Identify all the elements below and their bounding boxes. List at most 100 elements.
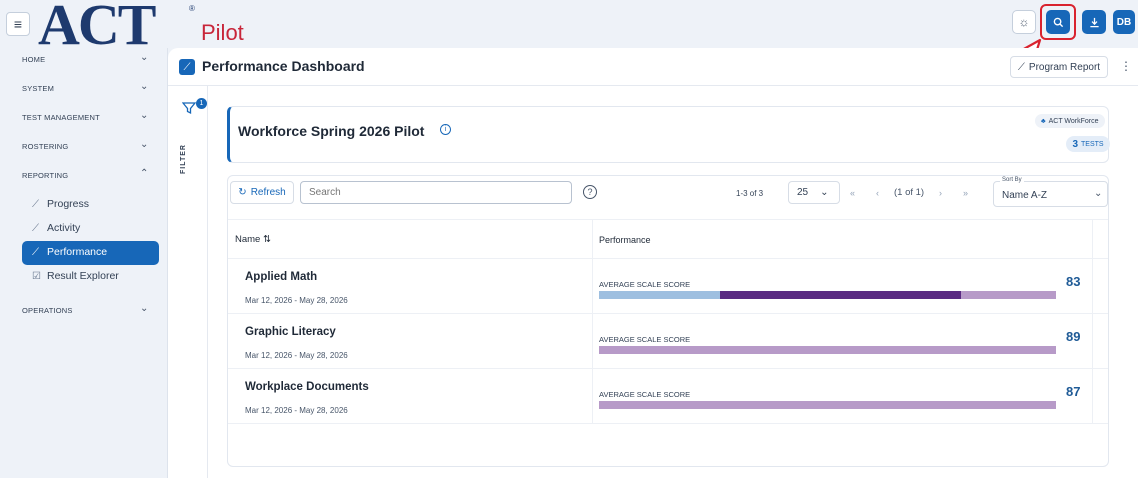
chevron-down-icon: ⌄ [140, 81, 149, 92]
nav-section-home[interactable]: HOME ⌄ [0, 48, 167, 77]
table-row[interactable]: Workplace Documents Mar 12, 2026 - May 2… [228, 369, 1108, 424]
test-dates: Mar 12, 2026 - May 28, 2026 [245, 296, 348, 305]
table-header: Name ⇅ Performance [228, 219, 1108, 259]
test-name: Graphic Literacy [245, 326, 336, 338]
chevron-down-icon: ⌄ [140, 303, 149, 314]
sidebar-item-label: Performance [47, 246, 108, 258]
tests-count: 3 [1072, 138, 1078, 150]
main-content: ⟋ Performance Dashboard ⟋ Program Report… [168, 48, 1138, 478]
chevron-down-icon: ⌄ [1094, 188, 1103, 199]
metric-label: AVERAGE SCALE SCORE [599, 390, 691, 399]
sidebar-item-label: Result Explorer [47, 270, 119, 282]
sidebar-item-result-explorer[interactable]: ☑ Result Explorer [0, 265, 167, 289]
column-header-name[interactable]: Name ⇅ [235, 234, 271, 245]
page-indicator: (1 of 1) [894, 187, 925, 198]
sidebar-item-activity[interactable]: ⟋ Activity [0, 217, 167, 241]
refresh-label: Refresh [250, 187, 286, 198]
chevron-down-icon: ⌄ [140, 139, 149, 150]
download-button[interactable] [1082, 10, 1106, 34]
act-logo: ACT [38, 0, 156, 57]
sort-by-value: Name A-Z [1002, 190, 1048, 201]
nav-section-reporting[interactable]: REPORTING ⌃ [0, 164, 167, 193]
nav-section-label: REPORTING [22, 171, 69, 180]
activity-chart-icon: ⟋ [32, 223, 39, 234]
dashboard-chart-icon: ⟋ [179, 59, 195, 75]
refresh-icon: ↻ [238, 187, 247, 198]
organization-badge: ♣ ACT WorkForce [1035, 114, 1105, 128]
filter-panel-toggle[interactable]: 1 FILTER [168, 86, 208, 478]
page-title: Performance Dashboard [202, 58, 365, 74]
nav-section-label: SYSTEM [22, 84, 55, 93]
column-name-label: Name [235, 234, 261, 245]
nav-section-label: ROSTERING [22, 142, 69, 151]
top-bar: ≡ ACT ® Pilot ☼ DB [0, 0, 1138, 54]
test-name: Workplace Documents [245, 381, 369, 393]
organization-name: ACT WorkForce [1048, 117, 1099, 125]
nav-section-rostering[interactable]: ROSTERING ⌄ [0, 135, 167, 164]
menu-icon[interactable]: ≡ [6, 12, 30, 36]
first-page-icon[interactable]: « [850, 188, 855, 198]
tests-label: TESTS [1081, 140, 1104, 148]
sun-icon: ☼ [1018, 15, 1030, 29]
page-size-select[interactable]: 25 ⌄ [788, 181, 840, 204]
theme-toggle-button[interactable]: ☼ [1012, 10, 1036, 34]
checkbox-icon: ☑ [32, 271, 41, 282]
filter-count-badge: 1 [196, 98, 207, 109]
nav-section-label: HOME [22, 55, 46, 64]
sidebar-item-progress[interactable]: ⟋ Progress [0, 193, 167, 217]
sidebar-item-label: Activity [47, 222, 81, 234]
next-page-icon[interactable]: › [939, 188, 942, 198]
sidebar-item-label: Progress [47, 198, 90, 210]
line-chart-icon: ⟋ [32, 199, 39, 210]
performance-bar [599, 401, 1056, 409]
sort-by-label: Sort By [1000, 177, 1024, 183]
average-scale-score: 89 [1066, 329, 1081, 344]
filter-icon [182, 102, 196, 115]
column-header-performance: Performance [599, 235, 651, 245]
user-avatar[interactable]: DB [1113, 10, 1135, 34]
chevron-up-icon: ⌃ [140, 168, 149, 179]
performance-bar-segment [599, 346, 1056, 354]
refresh-button[interactable]: ↻ Refresh [230, 181, 294, 204]
sidebar: HOME ⌄ SYSTEM ⌄ TEST MANAGEMENT ⌄ ROSTER… [0, 48, 168, 478]
info-icon[interactable]: i [440, 124, 451, 135]
nav-section-operations[interactable]: OPERATIONS ⌄ [0, 299, 167, 328]
table-row[interactable]: Graphic Literacy Mar 12, 2026 - May 28, … [228, 314, 1108, 369]
program-report-label: Program Report [1028, 61, 1101, 73]
org-hierarchy-icon: ♣ [1041, 117, 1046, 125]
filter-label: FILTER [180, 144, 187, 174]
nav-section-system[interactable]: SYSTEM ⌄ [0, 77, 167, 106]
performance-bar [599, 291, 1056, 299]
test-name: Applied Math [245, 271, 318, 283]
last-page-icon[interactable]: » [963, 188, 968, 198]
nav-section-label: OPERATIONS [22, 306, 73, 315]
metric-label: AVERAGE SCALE SCORE [599, 280, 691, 289]
performance-bar [599, 346, 1056, 354]
previous-page-icon[interactable]: ‹ [876, 188, 879, 198]
annotation-highlight-box [1040, 4, 1076, 40]
results-table-card: ↻ Refresh ? 1-3 of 3 25 ⌄ « ‹ (1 of 1) ›… [227, 175, 1109, 467]
test-dates: Mar 12, 2026 - May 28, 2026 [245, 351, 348, 360]
product-name: Pilot [201, 20, 244, 45]
help-icon[interactable]: ? [583, 185, 597, 199]
registered-mark: ® [189, 4, 195, 13]
performance-bar-segment [720, 291, 961, 299]
average-scale-score: 87 [1066, 384, 1081, 399]
sidebar-item-performance[interactable]: ⟋ Performance [22, 241, 159, 265]
sort-by-select[interactable]: Sort By Name A-Z ⌄ [993, 177, 1108, 207]
program-report-button[interactable]: ⟋ Program Report [1010, 56, 1108, 78]
search-input[interactable] [300, 181, 572, 204]
nav-section-label: TEST MANAGEMENT [22, 113, 100, 122]
line-chart-icon: ⟋ [32, 247, 39, 258]
tests-count-badge: 3 TESTS [1066, 136, 1110, 152]
more-options-icon[interactable]: ⋮ [1120, 59, 1132, 73]
chevron-down-icon: ⌄ [820, 187, 829, 198]
pagination-range: 1-3 of 3 [736, 189, 764, 198]
table-row[interactable]: Applied Math Mar 12, 2026 - May 28, 2026… [228, 259, 1108, 314]
average-scale-score: 83 [1066, 274, 1081, 289]
test-dates: Mar 12, 2026 - May 28, 2026 [245, 406, 348, 415]
download-icon [1089, 17, 1099, 27]
nav-section-test-management[interactable]: TEST MANAGEMENT ⌄ [0, 106, 167, 135]
metric-label: AVERAGE SCALE SCORE [599, 335, 691, 344]
page-header: ⟋ Performance Dashboard ⟋ Program Report… [168, 48, 1138, 86]
